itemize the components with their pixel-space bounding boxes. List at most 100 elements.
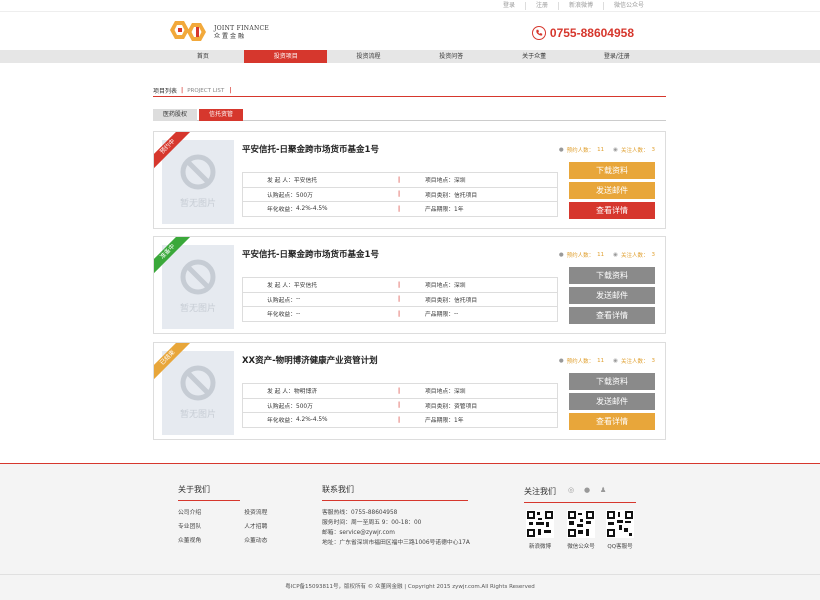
contact-hotline: 客服热线：0755-88604958 — [322, 510, 398, 516]
send-email-button[interactable]: 发送邮件 — [569, 393, 655, 410]
hotline-number: 0755-88604958 — [549, 26, 634, 40]
status-ribbon: 已结束 — [154, 343, 194, 383]
footer-about-title: 关于我们 — [178, 484, 240, 501]
breadcrumb-separator: | — [181, 87, 184, 94]
qr-label-qq: QQ客服号 — [607, 544, 633, 550]
info-row: 认购起点： 500万 | 项目类别： 信托项目 — [242, 187, 558, 202]
term-label: 产品期限： — [425, 207, 454, 214]
nav-home[interactable]: 首页 — [162, 50, 245, 63]
project-info-table: 发 起 人： 平安信托 | 项目地点： 深圳 认购起点： -- | 项目类别： 信托项目 年… — [242, 277, 558, 322]
weibo-icon[interactable]: ◎ — [568, 486, 574, 494]
footer-follow-title: 关注我们 — [524, 486, 636, 503]
status-badge: 已结束 — [154, 343, 193, 383]
view-details-button[interactable]: 查看详情 — [569, 307, 655, 324]
user-icon: ● — [558, 252, 564, 258]
category-tabs: 医药股权 信托资管 — [153, 109, 666, 121]
yield-value: 4.2%-4.5% — [296, 416, 328, 423]
project-info-table: 发 起 人： 平安信托 | 项目地点： 深圳 认购起点： 500万 | 项目类别： 信托项目… — [242, 172, 558, 217]
footer-link-process[interactable]: 投资流程 — [244, 506, 267, 520]
eye-icon: ◉ — [613, 147, 618, 153]
initiator-value: 平安信托 — [293, 178, 318, 185]
project-title[interactable]: 平安信托-日聚金跨市场货币基金1号 — [242, 248, 379, 260]
project-title[interactable]: XX资产-物明博济健康产业资管计划 — [242, 354, 378, 366]
initiator-value: 平安信托 — [293, 283, 318, 290]
followers-count: 3 — [651, 147, 656, 153]
location-label: 项目地点： — [425, 283, 454, 290]
term-label: 产品期限： — [425, 418, 454, 425]
logo-hexagon-icon — [170, 21, 206, 41]
project-card: 暂无图片 已结束 XX资产-物明博济健康产业资管计划 ● 预约人数： 11 ◉ … — [153, 342, 666, 440]
login-link[interactable]: 登录 — [493, 2, 525, 10]
cell-divider: | — [398, 387, 401, 394]
status-ribbon: 准备中 — [154, 237, 194, 277]
action-buttons: 下载资料 发送邮件 查看详情 — [569, 162, 655, 222]
cell-divider: | — [398, 176, 401, 183]
yield-value: -- — [296, 310, 301, 317]
qq-icon[interactable]: ♟ — [600, 486, 606, 494]
subscribers-label: 预约人数： — [566, 148, 595, 154]
logo-chinese-text: 众置金融 — [214, 33, 247, 40]
minimum-value: -- — [296, 296, 301, 303]
download-button[interactable]: 下载资料 — [569, 162, 655, 179]
no-image-text: 暂无图片 — [179, 304, 216, 314]
followers-label: 关注人数： — [620, 253, 649, 259]
send-email-button[interactable]: 发送邮件 — [569, 182, 655, 199]
hotline: 0755-88604958 — [531, 26, 634, 40]
download-button[interactable]: 下载资料 — [569, 267, 655, 284]
tab-trust-asset-mgmt[interactable]: 信托资管 — [199, 109, 243, 121]
nav-investment-process[interactable]: 投资流程 — [327, 50, 410, 63]
info-row: 发 起 人： 平安信托 | 项目地点： 深圳 — [242, 278, 558, 293]
subscribers-label: 预约人数： — [566, 253, 595, 259]
wechat-icon[interactable]: ● — [584, 486, 590, 494]
site-logo[interactable]: JOINT FINANCE 众置金融 — [168, 20, 269, 46]
footer-link-team[interactable]: 专业团队 — [178, 520, 201, 534]
project-card: 暂无图片 预约中 平安信托-日聚金跨市场货币基金1号 ● 预约人数： 11 ◉ … — [153, 131, 666, 229]
nav-investment-faq[interactable]: 投资问答 — [410, 50, 493, 63]
register-link[interactable]: 注册 — [524, 2, 558, 10]
minimum-label: 认购起点： — [267, 297, 296, 304]
view-details-button[interactable]: 查看详情 — [569, 202, 655, 219]
initiator-label: 发 起 人： — [267, 389, 294, 396]
footer-link-perspective[interactable]: 众董视角 — [178, 534, 201, 548]
category-value: 资管项目 — [454, 403, 478, 410]
main-content: 项目列表 | PROJECT LIST | 医药股权 信托资管 暂无图片 预约中… — [153, 85, 666, 440]
qr-label-weibo: 新浪微博 — [528, 544, 551, 550]
site-footer: 关于我们 公司介绍 投资流程 专业团队 人才招聘 众董视角 众董动态 联系我们 客服热… — [0, 463, 820, 600]
followers-label: 关注人数： — [620, 359, 649, 365]
footer-link-careers[interactable]: 人才招聘 — [244, 520, 267, 534]
footer-contact-title: 联系我们 — [322, 484, 468, 501]
nav-login-register[interactable]: 登录/注册 — [575, 50, 658, 63]
location-value: 深圳 — [454, 283, 466, 290]
info-row: 年化收益： 4.2%-4.5% | 产品期限： 1年 — [242, 202, 558, 217]
subscribers-label: 预约人数： — [566, 359, 595, 365]
eye-icon: ◉ — [613, 252, 618, 258]
category-value: 信托项目 — [454, 297, 478, 304]
cell-divider: | — [398, 205, 401, 212]
initiator-value: 物明博济 — [293, 389, 318, 396]
view-details-button[interactable]: 查看详情 — [569, 413, 655, 430]
site-header: JOINT FINANCE 众置金融 0755-88604958 — [0, 12, 820, 50]
nav-investment-projects[interactable]: 投资项目 — [244, 50, 328, 63]
user-icon: ● — [558, 358, 564, 364]
status-badge: 预约中 — [154, 132, 193, 172]
project-title[interactable]: 平安信托-日聚金跨市场货币基金1号 — [242, 143, 379, 155]
contact-address: 地址：广东省深圳市福田区福中三路1006号诺德中心17A — [322, 540, 470, 546]
footer-link-news[interactable]: 众董动态 — [244, 534, 267, 548]
info-row: 发 起 人： 平安信托 | 项目地点： 深圳 — [242, 173, 558, 188]
download-button[interactable]: 下载资料 — [569, 373, 655, 390]
nav-about[interactable]: 关于众董 — [493, 50, 576, 63]
copyright: 粤ICP备15093811号，版权所有 © 众董网金融 | Copyright … — [0, 574, 820, 590]
wechat-link[interactable]: 微信公众号 — [602, 2, 654, 10]
qr-label-wechat: 微信公众号 — [567, 544, 595, 550]
breadcrumb-marker: | — [229, 87, 232, 94]
info-row: 发 起 人： 物明博济 | 项目地点： 深圳 — [242, 384, 558, 399]
category-label: 项目类别： — [425, 403, 454, 410]
footer-link-company[interactable]: 公司介绍 — [178, 506, 201, 520]
term-value: 1年 — [454, 207, 464, 214]
term-value: 1年 — [454, 418, 464, 425]
weibo-qr-icon — [526, 510, 554, 538]
tab-pharma-equity[interactable]: 医药股权 — [153, 109, 197, 121]
subscribers-count: 11 — [597, 147, 605, 153]
weibo-link[interactable]: 新浪微博 — [557, 2, 603, 10]
send-email-button[interactable]: 发送邮件 — [569, 287, 655, 304]
